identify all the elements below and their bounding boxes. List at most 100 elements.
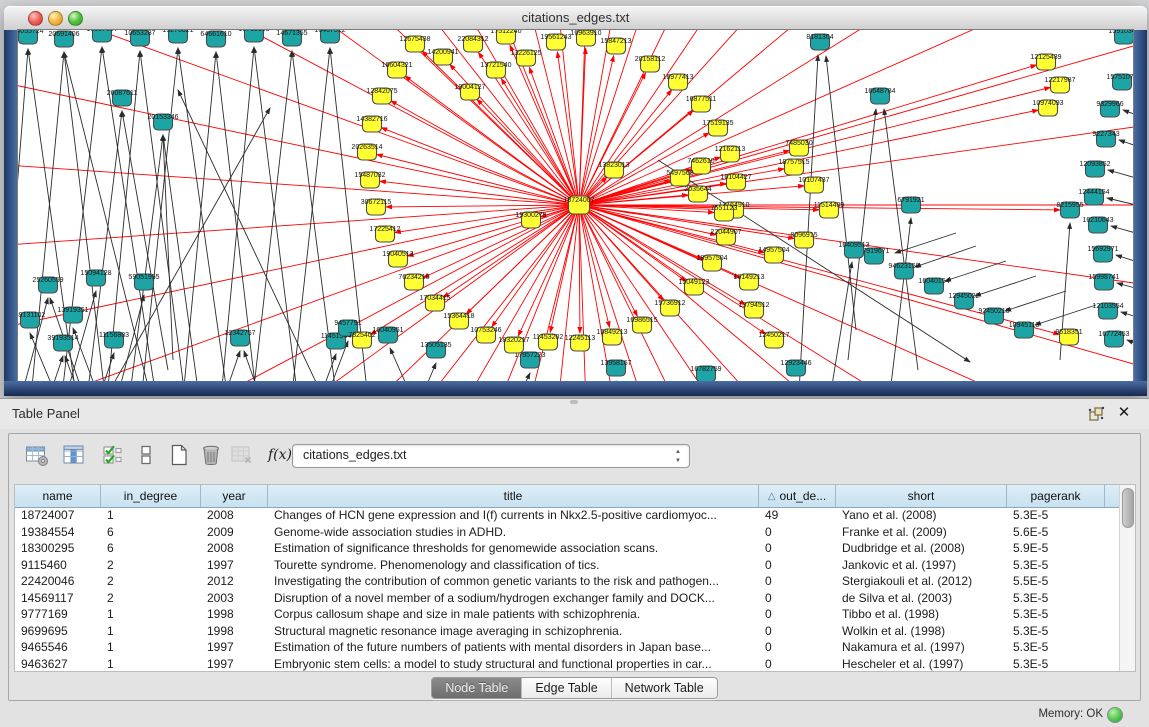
citation-edge-black[interactable] bbox=[178, 48, 228, 381]
table-cell[interactable]: Estimation of significance thresholds fo… bbox=[268, 540, 759, 557]
selection-mode-button[interactable] bbox=[99, 441, 127, 469]
table-cell[interactable]: 5.3E-5 bbox=[1007, 590, 1105, 607]
delete-rows-button[interactable] bbox=[197, 441, 225, 469]
table-cell[interactable]: 1 bbox=[101, 639, 201, 656]
table-cell[interactable]: Genome-wide association studies in ADHD. bbox=[268, 524, 759, 541]
table-cell[interactable]: 9463627 bbox=[15, 656, 101, 673]
table-cell[interactable]: 5.3E-5 bbox=[1007, 656, 1105, 673]
table-cell[interactable]: 14569117 bbox=[15, 590, 101, 607]
table-cell[interactable]: 1998 bbox=[201, 606, 268, 623]
table-cell[interactable]: 1997 bbox=[201, 639, 268, 656]
citation-edge-black[interactable] bbox=[23, 298, 48, 381]
table-cell[interactable]: 5.9E-5 bbox=[1007, 540, 1105, 557]
table-cell[interactable]: 5.3E-5 bbox=[1007, 623, 1105, 640]
table-cell[interactable]: 18724007 bbox=[15, 507, 101, 524]
table-cell[interactable]: 5.3E-5 bbox=[1007, 557, 1105, 574]
table-cell[interactable]: 2012 bbox=[201, 573, 268, 590]
scrollbar-thumb[interactable] bbox=[1122, 488, 1134, 528]
column-visibility-button[interactable] bbox=[60, 441, 88, 469]
citation-edge-red[interactable] bbox=[510, 45, 579, 205]
column-header-title[interactable]: title bbox=[268, 485, 759, 507]
table-cell[interactable]: Tibbo et al. (1998) bbox=[836, 606, 1007, 623]
table-cell[interactable]: 2009 bbox=[201, 524, 268, 541]
network-graph[interactable]: 1405572420691406160876171065328715276021… bbox=[18, 30, 1133, 381]
column-header-short[interactable]: short bbox=[836, 485, 1007, 507]
table-cell[interactable]: Structural magnetic resonance image aver… bbox=[268, 623, 759, 640]
citation-edge-black[interactable] bbox=[38, 356, 63, 381]
citation-edge-black[interactable] bbox=[1119, 140, 1133, 160]
table-cell[interactable]: Nakamura et al. (1997) bbox=[836, 639, 1007, 656]
table-cell[interactable]: 5.3E-5 bbox=[1007, 639, 1105, 656]
table-cell[interactable]: 9777169 bbox=[15, 606, 101, 623]
new-table-button[interactable] bbox=[165, 441, 193, 469]
table-row[interactable]: 946554611997Estimation of the future num… bbox=[15, 639, 1121, 656]
citation-edge-black[interactable] bbox=[826, 56, 856, 330]
citation-edge-black[interactable] bbox=[28, 49, 78, 381]
table-row[interactable]: 1938455462009Genome-wide association stu… bbox=[15, 524, 1121, 541]
column-header-in_degree[interactable]: in_degree bbox=[101, 485, 201, 507]
citation-edge-black[interactable] bbox=[213, 351, 240, 381]
citation-edge-red[interactable] bbox=[579, 90, 672, 205]
table-cell[interactable]: de Silva et al. (2003) bbox=[836, 590, 1007, 607]
citation-edge-black[interactable] bbox=[1108, 170, 1133, 190]
table-cell[interactable]: 2 bbox=[101, 573, 201, 590]
table-cell[interactable]: 0 bbox=[759, 639, 836, 656]
citation-edge-red[interactable] bbox=[391, 101, 579, 205]
table-cell[interactable]: 1 bbox=[101, 656, 201, 673]
table-cell[interactable]: 9465546 bbox=[15, 639, 101, 656]
citation-edge-black[interactable] bbox=[1116, 255, 1133, 275]
table-selector-dropdown[interactable]: citations_edges.txt ▲▼ bbox=[292, 444, 690, 468]
citation-edge-red[interactable] bbox=[443, 205, 579, 297]
close-panel-icon[interactable]: ✕ bbox=[1115, 403, 1133, 423]
table-cell[interactable]: 5.3E-5 bbox=[1007, 606, 1105, 623]
citation-edge-black[interactable] bbox=[945, 261, 1006, 281]
citation-edge-black[interactable] bbox=[503, 373, 530, 381]
citation-edge-black[interactable] bbox=[1107, 198, 1133, 215]
citation-edge-red[interactable] bbox=[395, 205, 579, 233]
tab-node-table[interactable]: Node Table bbox=[432, 678, 521, 698]
table-cell[interactable]: Corpus callosum shape and size in male p… bbox=[268, 606, 759, 623]
table-cell[interactable]: 1998 bbox=[201, 623, 268, 640]
citation-edge-black[interactable] bbox=[915, 246, 976, 267]
citation-edge-red[interactable] bbox=[477, 99, 579, 205]
citation-edge-black[interactable] bbox=[975, 276, 1036, 296]
table-cell[interactable]: 2003 bbox=[201, 590, 268, 607]
table-cell[interactable]: 0 bbox=[759, 590, 836, 607]
table-cell[interactable]: 18300295 bbox=[15, 540, 101, 557]
table-cell[interactable]: Stergiakouli et al. (2012) bbox=[836, 573, 1007, 590]
citation-edge-red[interactable] bbox=[579, 73, 646, 205]
table-cell[interactable]: 0 bbox=[759, 623, 836, 640]
table-cell[interactable]: 5.3E-5 bbox=[1007, 507, 1105, 524]
table-cell[interactable]: 2008 bbox=[201, 507, 268, 524]
citation-edge-black[interactable] bbox=[18, 49, 28, 381]
table-cell[interactable]: 1 bbox=[101, 507, 201, 524]
citation-edge-black[interactable] bbox=[1035, 305, 1096, 325]
table-cell[interactable]: Disruption of a novel member of a sodium… bbox=[268, 590, 759, 607]
table-cell[interactable]: 19384554 bbox=[15, 524, 101, 541]
table-cell[interactable]: Wolkin et al. (1998) bbox=[836, 623, 1007, 640]
table-cell[interactable]: 0 bbox=[759, 656, 836, 673]
vertical-scrollbar[interactable] bbox=[1119, 485, 1135, 671]
table-row[interactable]: 2242004622012Investigating the contribut… bbox=[15, 573, 1121, 590]
tab-network-table[interactable]: Network Table bbox=[611, 678, 717, 698]
table-cell[interactable]: 9115460 bbox=[15, 557, 101, 574]
table-cell[interactable]: Yano et al. (2008) bbox=[836, 507, 1007, 524]
table-cell[interactable]: 1 bbox=[101, 623, 201, 640]
table-cell[interactable]: 5.5E-5 bbox=[1007, 573, 1105, 590]
table-cell[interactable]: Investigating the contribution of common… bbox=[268, 573, 759, 590]
float-panel-icon[interactable] bbox=[1087, 405, 1105, 423]
column-header-year[interactable]: year bbox=[201, 485, 268, 507]
table-row[interactable]: 969969511998Structural magnetic resonanc… bbox=[15, 623, 1121, 640]
table-cell[interactable]: Dudbridge et al. (2008) bbox=[836, 540, 1007, 557]
window-titlebar[interactable]: citations_edges.txt bbox=[4, 6, 1147, 31]
citation-edge-black[interactable] bbox=[308, 354, 336, 381]
row-height-button[interactable] bbox=[132, 441, 160, 469]
table-cell[interactable]: Embryonic stem cells: a model to study s… bbox=[268, 656, 759, 673]
citation-edge-black[interactable] bbox=[884, 109, 918, 370]
table-cell[interactable]: 6 bbox=[101, 540, 201, 557]
table-cell[interactable]: 5.6E-5 bbox=[1007, 524, 1105, 541]
table-cell[interactable]: Franke et al. (2009) bbox=[836, 524, 1007, 541]
table-cell[interactable]: 0 bbox=[759, 606, 836, 623]
panel-resize-grip[interactable] bbox=[570, 400, 578, 404]
citation-edge-black[interactable] bbox=[26, 52, 64, 381]
